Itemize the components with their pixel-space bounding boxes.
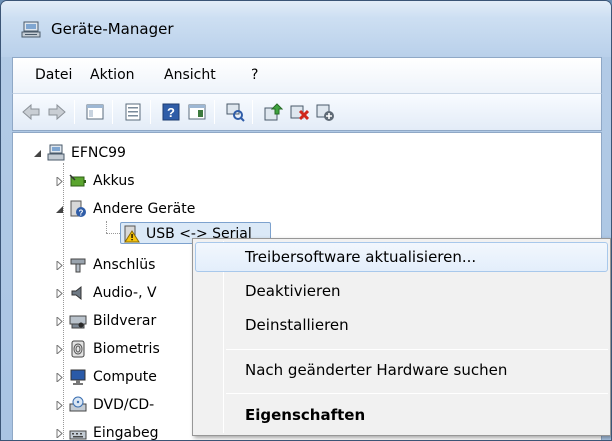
menu-item-uninstall[interactable]: Deinstallieren (195, 310, 608, 340)
expand-icon[interactable] (55, 373, 64, 382)
svg-text:?: ? (167, 105, 175, 120)
collapse-icon[interactable] (33, 149, 42, 158)
device-manager-window: Geräte-Manager Datei Aktion Ansicht ? ? … (0, 0, 612, 441)
uninstall-icon[interactable] (289, 102, 309, 122)
console-tree-icon[interactable] (85, 102, 105, 122)
expand-icon[interactable] (55, 345, 64, 354)
tree-root-label: EFNC99 (71, 145, 126, 161)
toolbar-separator (112, 100, 113, 124)
port-icon (70, 258, 86, 273)
tree-node-label: DVD/CD- (93, 397, 155, 413)
tree-node-label: Anschlüs (93, 257, 156, 273)
tree-node-label: Andere Geräte (93, 201, 196, 217)
dvd-drive-icon (69, 396, 87, 412)
biometric-icon (71, 340, 85, 358)
update-driver-icon[interactable] (263, 102, 283, 122)
menu-item-scan-hardware[interactable]: Nach geänderter Hardware suchen (195, 355, 608, 385)
tree-node[interactable]: ? Andere Geräte (55, 198, 255, 220)
menu-item-update-driver[interactable]: Treibersoftware aktualisieren... (195, 242, 608, 272)
back-arrow-icon[interactable] (21, 102, 41, 122)
context-menu-separator (226, 393, 608, 394)
menu-bar: Datei Aktion Ansicht ? (12, 57, 602, 93)
tree-node-label: Audio-, V (93, 285, 157, 301)
battery-icon (69, 174, 86, 187)
tree-node[interactable]: Bildverar (55, 310, 205, 332)
expand-icon[interactable] (55, 289, 64, 298)
toolbar-separator (214, 100, 215, 124)
forward-arrow-icon[interactable] (47, 102, 67, 122)
menu-ansicht[interactable]: Ansicht (164, 67, 216, 83)
tree-node[interactable]: Anschlüs (55, 254, 205, 276)
expand-icon[interactable] (55, 401, 64, 410)
toolbar: ? (12, 93, 602, 131)
tree-node-label: Eingabeg (93, 425, 159, 441)
tree-node[interactable]: Audio-, V (55, 282, 205, 304)
tree-node-label: Akkus (93, 173, 135, 189)
tree-node[interactable]: Compute (55, 366, 205, 388)
expand-icon[interactable] (55, 429, 64, 438)
audio-icon (71, 285, 82, 301)
tree-root[interactable]: EFNC99 (33, 142, 233, 164)
svg-text:?: ? (79, 209, 84, 218)
monitor-icon (70, 369, 86, 385)
window-title: Geräte-Manager (51, 20, 174, 38)
menu-help[interactable]: ? (251, 67, 258, 83)
tree-node[interactable]: Biometris (55, 338, 205, 360)
expand-icon[interactable] (55, 261, 64, 270)
title-bar[interactable]: Geräte-Manager (1, 1, 611, 57)
tree-node-label: Bildverar (93, 313, 157, 329)
menu-item-disable[interactable]: Deaktivieren (195, 276, 608, 306)
unknown-device-icon: ? (70, 200, 86, 218)
tree-connector (106, 233, 120, 234)
tree-node[interactable]: Akkus (55, 170, 235, 192)
tree-node-label: Biometris (93, 341, 160, 357)
toolbar-separator (252, 100, 253, 124)
action-pane-icon[interactable] (187, 102, 207, 122)
collapse-icon[interactable] (55, 205, 64, 214)
tree-node[interactable]: DVD/CD- (55, 394, 205, 416)
context-menu: Treibersoftware aktualisieren... Deaktiv… (192, 238, 611, 436)
properties-icon[interactable] (123, 102, 143, 122)
input-device-icon (69, 430, 87, 440)
device-manager-icon (21, 21, 41, 38)
menu-datei[interactable]: Datei (35, 67, 72, 83)
toolbar-separator (150, 100, 151, 124)
context-menu-separator (226, 349, 608, 350)
warning-device-icon (124, 225, 140, 243)
toolbar-separator (74, 100, 75, 124)
help-icon[interactable]: ? (161, 102, 181, 122)
menu-aktion[interactable]: Aktion (90, 67, 135, 83)
disable-icon[interactable] (315, 102, 335, 122)
expand-icon[interactable] (55, 317, 64, 326)
tree-node[interactable]: Eingabeg (55, 422, 205, 441)
tree-connector (106, 221, 107, 233)
scan-hardware-icon[interactable] (225, 102, 245, 122)
imaging-icon (69, 315, 87, 329)
expand-icon[interactable] (55, 177, 64, 186)
menu-item-properties[interactable]: Eigenschaften (195, 400, 608, 430)
computer-icon (47, 144, 65, 161)
tree-node-label: Compute (93, 369, 157, 385)
